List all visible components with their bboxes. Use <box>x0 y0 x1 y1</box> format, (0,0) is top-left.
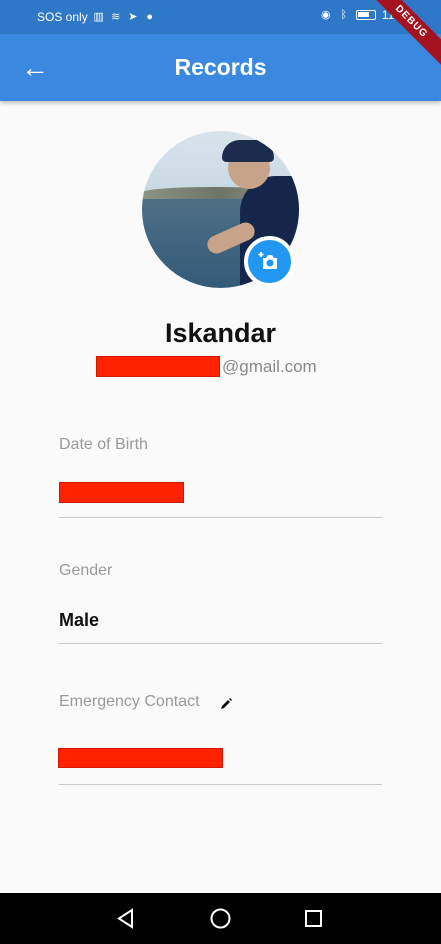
email-suffix: @gmail.com <box>222 356 317 376</box>
wifi-icon: ≋ <box>111 11 121 23</box>
pencil-icon <box>221 698 232 709</box>
gender-value: Male <box>59 610 100 630</box>
add-photo-icon <box>258 251 277 269</box>
edit-emergency-contact-button[interactable] <box>218 697 234 713</box>
battery-icon <box>355 10 376 20</box>
bluetooth-icon: ᛒ <box>340 9 348 21</box>
avatar-container <box>142 131 299 288</box>
emergency-contact-redaction <box>58 748 223 768</box>
email-row: @gmail.com <box>96 356 317 377</box>
app-bar: ← Records <box>0 34 441 101</box>
date-of-birth-label: Date of Birth <box>59 436 148 453</box>
triangle-back-icon[interactable] <box>114 906 139 931</box>
emergency-contact-underline <box>59 784 382 785</box>
globe-icon: ● <box>146 11 154 23</box>
gender-label: Gender <box>59 562 113 579</box>
gender-underline <box>59 643 382 644</box>
email-redaction <box>96 356 220 377</box>
status-left: SOS only ▥ ≋ ➤ ● <box>37 10 156 24</box>
avatar-person-cap <box>222 140 274 162</box>
user-name: Iskandar <box>164 318 277 348</box>
status-bar: SOS only ▥ ≋ ➤ ● ◉ ᛒ 11:30 <box>0 0 441 34</box>
signal-icon: ▥ <box>93 11 104 23</box>
add-photo-button[interactable] <box>244 236 295 287</box>
emergency-contact-label: Emergency Contact <box>59 693 200 710</box>
page-title: Records <box>174 54 267 80</box>
date-of-birth-redaction <box>59 482 184 503</box>
system-navigation-bar <box>0 893 441 944</box>
carrier-text: SOS only <box>37 10 88 24</box>
square-recents-icon[interactable] <box>301 906 326 931</box>
send-icon: ➤ <box>128 11 138 23</box>
circle-home-icon[interactable] <box>208 906 233 931</box>
vibrate-icon: ◉ <box>321 9 331 21</box>
date-of-birth-underline <box>59 517 382 518</box>
